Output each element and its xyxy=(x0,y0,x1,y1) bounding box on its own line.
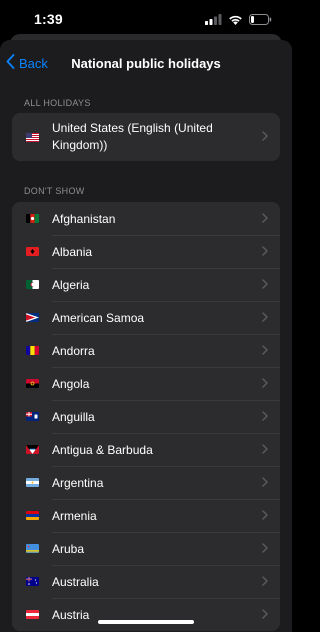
list-item[interactable]: American Samoa xyxy=(12,301,280,334)
row-label: Anguilla xyxy=(52,409,95,424)
status-icons xyxy=(205,12,272,30)
chevron-right-icon xyxy=(262,375,268,393)
row-label: American Samoa xyxy=(52,310,145,325)
list-item[interactable]: Andorra xyxy=(12,334,280,367)
list-item[interactable]: Argentina xyxy=(12,466,280,499)
chevron-right-icon xyxy=(262,128,268,146)
cellular-signal-icon xyxy=(205,12,222,30)
list-item[interactable]: Afghanistan xyxy=(12,202,280,235)
flag-au-icon xyxy=(26,577,39,586)
chevron-right-icon xyxy=(262,276,268,294)
section-header-all-holidays: ALL HOLIDAYS xyxy=(24,98,91,108)
row-label: Albania xyxy=(52,244,93,259)
row-label: United States (English (United Kingdom)) xyxy=(52,121,213,152)
dont-show-group: Afghanistan Albania Algeria American Sam… xyxy=(12,202,280,631)
flag-as-icon xyxy=(26,313,39,322)
list-item[interactable]: Austria xyxy=(12,598,280,631)
flag-dz-icon xyxy=(26,280,39,289)
chevron-right-icon xyxy=(262,408,268,426)
flag-al-icon xyxy=(26,247,39,256)
page-title: National public holidays xyxy=(71,56,221,71)
flag-ag-icon xyxy=(26,445,39,454)
screen: 1:39 Back National public holidays ALL H… xyxy=(0,0,292,632)
flag-am-icon xyxy=(26,511,39,520)
row-label: Austria xyxy=(52,607,90,622)
list-item[interactable]: Armenia xyxy=(12,499,280,532)
flag-ai-icon xyxy=(26,412,39,421)
chevron-right-icon xyxy=(262,606,268,624)
row-label: Afghanistan xyxy=(52,211,116,226)
list-item[interactable]: Albania xyxy=(12,235,280,268)
battery-icon xyxy=(249,12,272,30)
chevron-right-icon xyxy=(262,210,268,228)
list-item[interactable]: Angola xyxy=(12,367,280,400)
flag-ao-icon xyxy=(26,379,39,388)
row-label: Algeria xyxy=(52,277,90,292)
list-item[interactable]: Anguilla xyxy=(12,400,280,433)
home-indicator[interactable] xyxy=(98,620,194,624)
chevron-right-icon xyxy=(262,342,268,360)
flag-at-icon xyxy=(26,610,39,619)
flag-af-icon xyxy=(26,214,39,223)
list-item[interactable]: Algeria xyxy=(12,268,280,301)
chevron-right-icon xyxy=(262,540,268,558)
section-header-dont-show: DON'T SHOW xyxy=(24,186,85,196)
flag-ad-icon xyxy=(26,346,39,355)
row-label: Argentina xyxy=(52,475,104,490)
chevron-right-icon xyxy=(262,441,268,459)
wifi-icon xyxy=(228,12,243,30)
chevron-right-icon xyxy=(262,309,268,327)
nav-bar: Back National public holidays xyxy=(0,40,292,86)
list-item[interactable]: Aruba xyxy=(12,532,280,565)
row-label: Antigua & Barbuda xyxy=(52,442,153,457)
flag-ar-icon xyxy=(26,478,39,487)
all-holidays-group: United States (English (United Kingdom)) xyxy=(12,113,280,161)
row-label: Angola xyxy=(52,376,90,391)
flag-aw-icon xyxy=(26,544,39,553)
list-item[interactable]: United States (English (United Kingdom)) xyxy=(12,113,280,161)
holidays-sheet: Back National public holidays ALL HOLIDA… xyxy=(0,40,292,632)
row-label: Aruba xyxy=(52,541,85,556)
chevron-right-icon xyxy=(262,474,268,492)
row-label: Australia xyxy=(52,574,99,589)
status-bar: 1:39 xyxy=(0,0,292,38)
list-item[interactable]: Antigua & Barbuda xyxy=(12,433,280,466)
row-label: Armenia xyxy=(52,508,97,523)
chevron-right-icon xyxy=(262,243,268,261)
row-label: Andorra xyxy=(52,343,95,358)
chevron-right-icon xyxy=(262,507,268,525)
chevron-right-icon xyxy=(262,573,268,591)
flag-us-icon xyxy=(26,132,39,142)
list-item[interactable]: Australia xyxy=(12,565,280,598)
status-time: 1:39 xyxy=(34,11,63,27)
